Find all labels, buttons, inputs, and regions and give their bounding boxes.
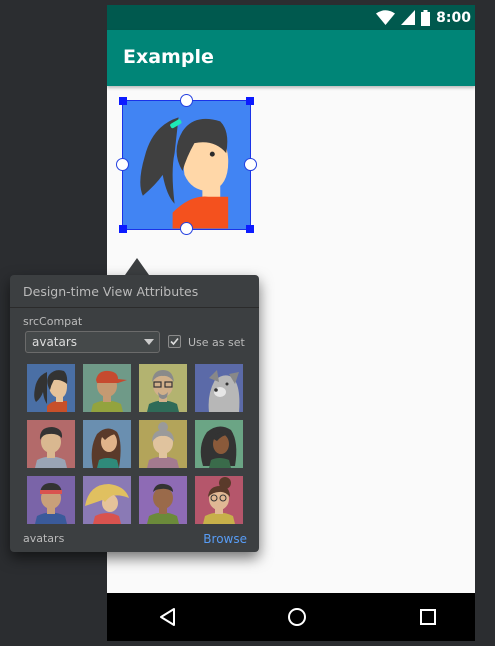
status-bar: 8:00 bbox=[107, 5, 475, 30]
use-as-set-checkbox[interactable] bbox=[168, 335, 181, 348]
resize-corner-bottom-left[interactable] bbox=[119, 225, 127, 233]
woman-long-hair-avatar[interactable] bbox=[83, 420, 131, 468]
browse-link[interactable]: Browse bbox=[203, 532, 247, 546]
old-man-glasses-avatar[interactable] bbox=[139, 364, 187, 412]
dog-avatar[interactable] bbox=[195, 364, 243, 412]
man-red-cap-avatar[interactable] bbox=[83, 364, 131, 412]
checkmark-icon bbox=[170, 337, 179, 346]
battery-icon bbox=[421, 9, 431, 26]
app-bar: Example bbox=[107, 30, 475, 86]
resize-corner-bottom-right[interactable] bbox=[246, 225, 254, 233]
dropdown-selected-value: avatars bbox=[32, 335, 78, 349]
woman-blonde-hair-avatar[interactable] bbox=[83, 476, 131, 524]
use-as-set-label: Use as set bbox=[188, 336, 245, 349]
resize-handle-bottom[interactable] bbox=[180, 222, 193, 235]
status-time: 8:00 bbox=[436, 9, 471, 26]
resize-handle-top[interactable] bbox=[180, 94, 193, 107]
popup-header: Design-time View Attributes bbox=[10, 275, 259, 308]
design-time-attributes-popup: Design-time View Attributes srcCompat av… bbox=[10, 275, 259, 552]
resize-corner-top-right[interactable] bbox=[246, 97, 254, 105]
woman-ponytail-avatar bbox=[123, 101, 250, 229]
woman-glasses-bun-avatar[interactable] bbox=[195, 476, 243, 524]
chevron-down-icon bbox=[144, 339, 154, 345]
popup-title: Design-time View Attributes bbox=[23, 284, 199, 299]
recents-icon[interactable] bbox=[416, 605, 440, 629]
home-icon[interactable] bbox=[285, 605, 309, 629]
sample-data-dropdown[interactable]: avatars bbox=[25, 331, 160, 353]
resize-handle-left[interactable] bbox=[116, 158, 129, 171]
selected-image-view[interactable] bbox=[122, 100, 251, 230]
selected-set-name: avatars bbox=[23, 532, 65, 545]
app-title: Example bbox=[123, 46, 214, 68]
signal-icon bbox=[401, 10, 416, 25]
back-icon[interactable] bbox=[156, 605, 180, 629]
navigation-bar bbox=[107, 593, 475, 641]
srccompat-label: srcCompat bbox=[23, 315, 83, 328]
resize-handle-right[interactable] bbox=[244, 158, 257, 171]
old-woman-bun-avatar[interactable] bbox=[139, 420, 187, 468]
wifi-icon bbox=[376, 10, 396, 25]
woman-curly-hair-avatar[interactable] bbox=[195, 420, 243, 468]
man-dark-hair-avatar[interactable] bbox=[27, 420, 75, 468]
resize-corner-top-left[interactable] bbox=[119, 97, 127, 105]
woman-ponytail-avatar[interactable] bbox=[27, 364, 75, 412]
man-purple-shirt-avatar[interactable] bbox=[139, 476, 187, 524]
popup-pointer bbox=[125, 258, 149, 275]
man-headband-avatar[interactable] bbox=[27, 476, 75, 524]
